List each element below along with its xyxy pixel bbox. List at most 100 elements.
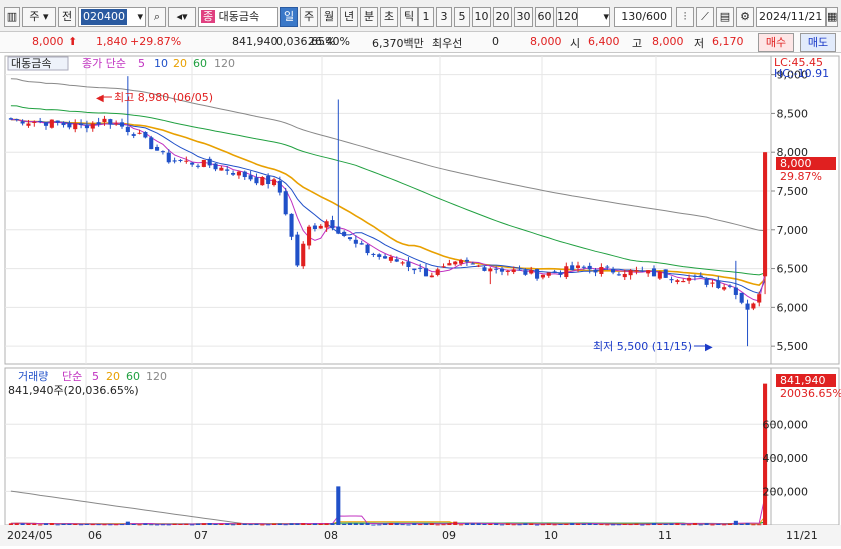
candle-body xyxy=(464,259,469,262)
code-input[interactable]: 020400 ▾ xyxy=(78,7,146,27)
trend-icon[interactable]: ⟋ xyxy=(696,7,714,27)
price-tick-label: 7,500 xyxy=(777,185,809,198)
candle-body xyxy=(49,119,54,128)
date-field[interactable]: 2024/11/21 xyxy=(756,7,826,27)
calendar-icon[interactable]: ▦ xyxy=(826,7,838,27)
volume-bar xyxy=(131,523,136,525)
candle-body xyxy=(459,260,464,264)
interval-tab-0[interactable]: 1 xyxy=(418,7,434,27)
candle-body xyxy=(523,270,528,275)
interval-tab-2[interactable]: 5 xyxy=(454,7,470,27)
volume-bar xyxy=(213,523,218,525)
period-tab-2[interactable]: 월 xyxy=(320,7,338,27)
volume-bar xyxy=(201,523,206,525)
candle-body xyxy=(84,125,89,129)
interval-tab-4[interactable]: 20 xyxy=(493,7,512,27)
interval-custom-select[interactable]: ▾ xyxy=(574,7,610,27)
volume-bar xyxy=(195,523,201,525)
candle-body xyxy=(330,220,335,229)
candle-body xyxy=(505,270,510,272)
volume-bar xyxy=(38,524,43,526)
candle-body xyxy=(435,269,440,275)
high-value: 8,000 xyxy=(652,35,684,48)
count-field[interactable]: 130/600 xyxy=(614,7,672,27)
candle-body xyxy=(494,268,499,270)
volume-bar xyxy=(698,524,703,526)
volume-bar xyxy=(558,524,563,526)
date-axis xyxy=(0,525,841,546)
date-tick-label: 10 xyxy=(544,529,558,542)
candle-body xyxy=(67,123,72,128)
candle-body xyxy=(96,122,101,125)
volume-bar xyxy=(172,523,177,525)
volume-bar xyxy=(704,523,709,525)
volume-bar xyxy=(517,524,522,526)
search-icon[interactable]: ⌕ xyxy=(148,7,166,27)
volume-bar xyxy=(178,524,183,526)
candle-body xyxy=(342,231,347,236)
volume-bar xyxy=(540,524,545,526)
sell-button[interactable]: 매도 xyxy=(800,33,836,52)
interval-tab-1[interactable]: 3 xyxy=(436,7,452,27)
date-tick-label: 08 xyxy=(324,529,338,542)
open-label: 시 xyxy=(570,37,581,50)
volume-bar xyxy=(529,523,534,525)
period-tab-1[interactable]: 주 xyxy=(300,7,318,27)
interval-tab-5[interactable]: 30 xyxy=(514,7,533,27)
volume-bar xyxy=(61,523,66,525)
volume-bar xyxy=(160,524,165,526)
volume-bar xyxy=(219,523,224,525)
chevron-down-icon[interactable]: ▾ xyxy=(137,8,145,26)
change-pct: +29.87% xyxy=(130,35,182,48)
speaker-icon[interactable]: ◂▾ xyxy=(168,7,196,27)
period-tab-0[interactable]: 일 xyxy=(280,7,298,27)
buy-button[interactable]: 매수 xyxy=(758,33,794,52)
candle-body xyxy=(692,275,697,277)
candle-body xyxy=(365,244,370,254)
interval-tab-6[interactable]: 60 xyxy=(535,7,554,27)
volume-bar xyxy=(84,523,89,525)
candle-icon[interactable]: ⫶ xyxy=(676,7,694,27)
volume-bar xyxy=(535,524,540,526)
chart-area[interactable]: 5,500 6,000 6,500 7,000 7,500 8,000 8,500 9,000… xyxy=(0,54,841,546)
best-ask: 8,000 xyxy=(530,35,562,48)
candle-body xyxy=(359,243,364,245)
print-icon[interactable]: ▤ xyxy=(716,7,734,27)
interval-tab-3[interactable]: 10 xyxy=(472,7,491,27)
volume-bar xyxy=(388,523,393,525)
arrow-up-icon: ⬆ xyxy=(68,35,78,48)
period-tab-6[interactable]: 틱 xyxy=(400,7,418,27)
toolbar: ▥ 주 ▾ 전 020400 ▾ ⌕ ◂▾ 종 대동금속 ▾ 130/600 ⫶… xyxy=(0,0,841,32)
market-label: 주 xyxy=(29,10,40,23)
volume-bar xyxy=(347,523,353,525)
volume-bar xyxy=(722,524,727,526)
candle-body xyxy=(763,152,768,277)
volume-bar xyxy=(727,523,733,525)
period-tab-5[interactable]: 초 xyxy=(380,7,398,27)
volume-bar xyxy=(423,523,429,525)
volume-bar xyxy=(266,524,271,526)
low-annotation: 최저 5,500 (11/15) xyxy=(593,340,692,353)
volume-bar xyxy=(733,520,738,525)
stock-chart[interactable]: 5,5006,0006,5007,0007,5008,0008,5009,000… xyxy=(0,54,841,546)
candle-body xyxy=(441,266,446,268)
volume-bar xyxy=(587,523,592,525)
volume-summary: 841,940주(20,036.65%) xyxy=(8,384,139,397)
date-tick-label: 2024/05 xyxy=(7,529,53,542)
volume-bar xyxy=(429,523,434,525)
gear-icon[interactable]: ⚙ xyxy=(736,7,754,27)
period-tab-3[interactable]: 년 xyxy=(340,7,358,27)
interval-tab-7[interactable]: 120 xyxy=(556,7,578,27)
volume-bar xyxy=(406,524,411,526)
volume-bar xyxy=(464,523,469,525)
candle-body xyxy=(388,256,393,261)
prev-button[interactable]: 전 xyxy=(58,7,76,27)
candle-body xyxy=(599,267,604,274)
period-tab-4[interactable]: 분 xyxy=(360,7,378,27)
chart-type-icon[interactable]: ▥ xyxy=(4,7,20,27)
stock-name-field[interactable]: 종 대동금속 xyxy=(198,7,278,27)
market-select[interactable]: 주 ▾ xyxy=(22,7,56,27)
volume-bar xyxy=(301,523,306,525)
high-annotation: 최고 8,980 (06/05) xyxy=(114,91,213,104)
candle-body xyxy=(745,303,750,310)
